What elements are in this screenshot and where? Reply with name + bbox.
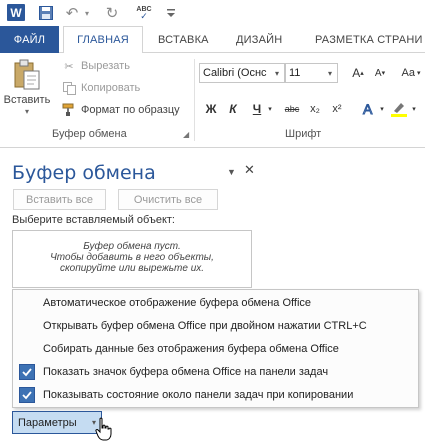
save-icon[interactable] [38,4,54,22]
shrink-font-icon: A [374,67,382,79]
change-case-button[interactable]: Aa ▾ [397,63,425,83]
checkmark-icon [19,387,35,403]
copy-label: Копировать [81,82,141,94]
underline-dropdown-icon[interactable]: ▾ [266,99,274,119]
customize-icon[interactable] [165,4,177,22]
grow-font-icon: A [352,66,361,80]
options-menu: Автоматическое отображение буфера обмена… [12,289,419,408]
change-case-icon: Aa [401,67,415,79]
menu-item-show-taskbar-icon[interactable]: Показать значок буфера обмена Office на … [13,361,418,383]
redo-icon[interactable]: ↻ [104,4,120,22]
spelling-icon[interactable]: ABC ✓ [136,4,152,22]
bold-button[interactable]: Ж [202,99,220,119]
options-button[interactable]: Параметры ▾ [12,411,102,434]
undo-icon[interactable]: ↶ [64,4,80,22]
svg-text:A: A [363,101,373,117]
tab-file[interactable]: ФАЙЛ [0,26,59,53]
word-logo-icon: W [7,4,25,21]
cut-button[interactable]: ✂ Вырезать [60,57,130,75]
clear-all-button[interactable]: Очистить все [118,189,218,210]
tab-home[interactable]: ГЛАВНАЯ [63,26,143,54]
tab-design[interactable]: ДИЗАЙН [236,26,282,53]
format-painter-icon [60,103,78,117]
copy-button[interactable]: Копировать [60,79,140,97]
shrink-font-button[interactable]: A ▾ [370,63,390,83]
text-effects-dropdown-icon[interactable]: ▾ [378,99,386,119]
cut-label: Вырезать [81,60,130,72]
menu-item-collect-silently[interactable]: Собирать данные без отображения буфера о… [13,338,418,360]
chevron-down-icon[interactable]: ▾ [25,107,29,116]
paste-button[interactable]: Вставить ▾ [3,57,51,121]
font-group-label: Шрифт [285,128,322,140]
dialog-launcher-icon[interactable]: ◢ [183,130,189,139]
menu-item-label: Собирать данные без отображения буфера о… [43,343,339,355]
empty-message-line: Чтобы добавить в него объекты, [50,252,214,263]
font-name-combobox[interactable]: Calibri (Оснс ▾ [199,63,285,83]
strikethrough-button[interactable]: abc [281,99,303,119]
highlighter-icon [391,103,407,117]
format-painter-button[interactable]: Формат по образцу [60,101,180,119]
menu-item-label: Открывать буфер обмена Office при двойно… [43,320,367,332]
text-effects-icon: A [363,101,374,117]
menu-item-label: Показать значок буфера обмена Office на … [43,366,329,378]
pane-title: Буфер обмена [12,162,156,184]
options-button-label: Параметры [18,416,77,429]
italic-button[interactable]: К [224,99,242,119]
font-size-combobox[interactable]: 11 ▾ [285,63,338,83]
copy-icon [60,81,78,95]
paste-icon [14,59,40,90]
grow-font-button[interactable]: A ▴ [348,63,368,83]
chevron-down-icon[interactable]: ▾ [270,69,284,78]
paste-all-button[interactable]: Вставить все [13,189,106,210]
close-icon[interactable]: ✕ [244,162,255,178]
checkmark-icon [19,364,35,380]
text-effects-button[interactable]: A [358,99,380,119]
format-painter-label: Формат по образцу [81,104,180,116]
menu-item-label: Показывать состояние около панели задач … [43,389,354,401]
tab-page-layout[interactable]: РАЗМЕТКА СТРАНИ [315,26,423,53]
font-size-value: 11 [289,67,301,79]
tab-insert[interactable]: ВСТАВКА [158,26,209,53]
scissors-icon: ✂ [64,60,74,73]
superscript-button[interactable]: x² [327,99,347,119]
paste-label: Вставить [3,94,51,106]
menu-item-ctrl-c-twice[interactable]: Открывать буфер обмена Office при двойно… [13,315,418,337]
menu-item-show-status[interactable]: Показывать состояние около панели задач … [13,384,418,406]
ribbon-tabs: ФАЙЛ ГЛАВНАЯ ВСТАВКА ДИЗАЙН РАЗМЕТКА СТР… [0,26,425,54]
menu-item-label: Автоматическое отображение буфера обмена… [43,297,312,309]
spelling-icon-check: ✓ [140,11,148,21]
subscript-button[interactable]: x₂ [305,99,325,119]
empty-message-line: скопируйте или вырежьте их. [59,263,205,274]
mouse-cursor-icon [95,417,112,441]
highlight-button[interactable] [388,99,410,119]
font-name-value: Calibri (Оснс [203,67,267,79]
pane-prompt: Выберите вставляемый объект: [12,214,175,226]
chevron-down-icon[interactable]: ▾ [323,69,337,78]
quick-access-toolbar: W ↶ ▾ ↻ ABC ✓ [0,0,425,26]
pane-options-icon[interactable]: ▼ [227,167,236,177]
undo-dropdown-icon[interactable]: ▾ [83,4,91,22]
underline-button[interactable]: Ч [246,99,268,119]
empty-message-line: Буфер обмена пуст. [83,241,181,252]
group-divider [194,59,195,141]
menu-item-auto-show[interactable]: Автоматическое отображение буфера обмена… [13,292,418,314]
clipboard-group-label: Буфер обмена [52,128,127,140]
highlight-dropdown-icon[interactable]: ▾ [410,99,418,119]
clipboard-items-list: Буфер обмена пуст. Чтобы добавить в него… [12,230,252,288]
ribbon: Вставить ▾ ✂ Вырезать Копировать Формат … [0,53,425,148]
